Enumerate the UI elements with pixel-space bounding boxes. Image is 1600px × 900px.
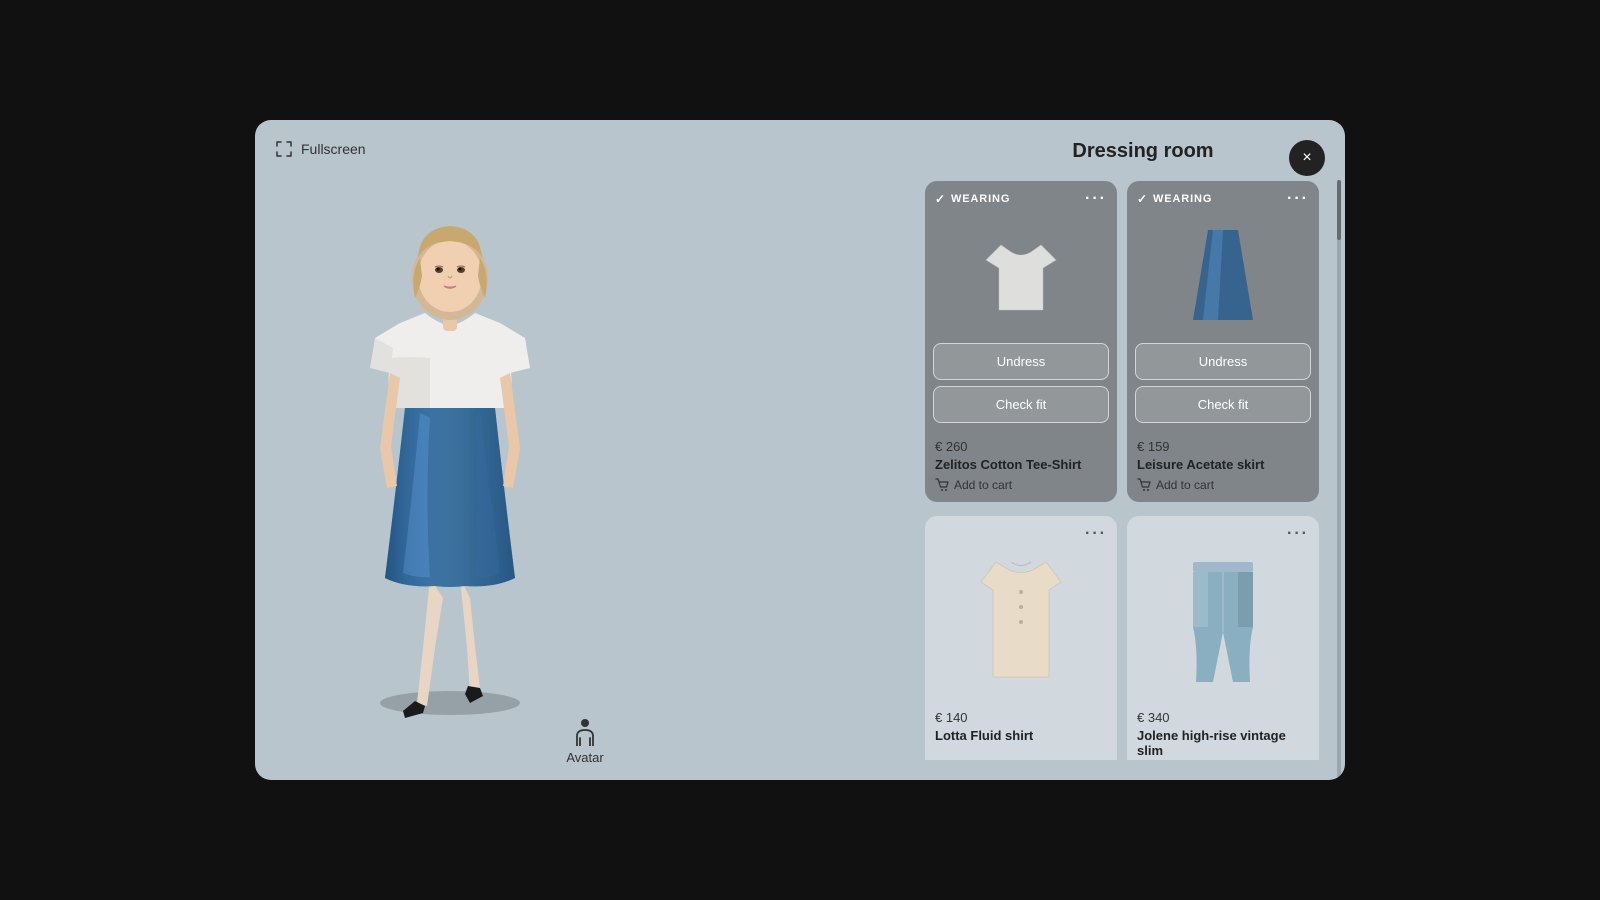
wearing-label-skirt: WEARING xyxy=(1153,193,1212,205)
card-info-shirt: € 140 Lotta Fluid shirt xyxy=(925,702,1117,759)
dressing-room-modal: Fullscreen xyxy=(255,120,1345,780)
right-panel: Dressing room × ✓ WEARING ··· xyxy=(915,120,1345,780)
avatar-panel: Fullscreen xyxy=(255,120,915,780)
scrollbar-thumb[interactable] xyxy=(1337,180,1341,240)
avatar-label: Avatar xyxy=(566,750,603,765)
wearing-badge-skirt: ✓ WEARING xyxy=(1137,192,1212,206)
product-name-shirt: Lotta Fluid shirt xyxy=(935,728,1107,743)
fullscreen-icon[interactable] xyxy=(275,140,293,158)
product-card-jeans: ··· xyxy=(1127,516,1319,760)
product-card-shirt: ··· xyxy=(925,516,1117,760)
card-top-shirt: ··· xyxy=(925,516,1117,542)
header: Dressing room × xyxy=(925,140,1325,163)
check-icon-tshirt: ✓ xyxy=(935,192,946,206)
card-actions-tshirt: Undress Check fit xyxy=(925,335,1117,431)
more-dots-shirt[interactable]: ··· xyxy=(1085,526,1107,542)
check-fit-button-skirt[interactable]: Check fit xyxy=(1135,386,1311,423)
product-price-shirt: € 140 xyxy=(935,710,1107,725)
card-top-tshirt: ✓ WEARING ··· xyxy=(925,181,1117,215)
undress-button-tshirt[interactable]: Undress xyxy=(933,343,1109,380)
product-list: ✓ WEARING ··· Undress Check fit xyxy=(925,181,1325,760)
card-info-skirt: € 159 Leisure Acetate skirt Add to cart xyxy=(1127,431,1319,502)
card-info-jeans: € 340 Jolene high-rise vintage slim xyxy=(1127,702,1319,760)
card-top-jeans: ··· xyxy=(1127,516,1319,542)
card-image-shirt xyxy=(925,542,1117,702)
wearing-label-tshirt: WEARING xyxy=(951,193,1010,205)
add-to-cart-tshirt[interactable]: Add to cart xyxy=(935,478,1107,492)
card-image-tshirt xyxy=(925,215,1117,335)
dressing-room-title: Dressing room xyxy=(961,140,1325,163)
close-button[interactable]: × xyxy=(1289,140,1325,176)
avatar-icon[interactable] xyxy=(571,718,599,746)
undress-button-skirt[interactable]: Undress xyxy=(1135,343,1311,380)
card-actions-skirt: Undress Check fit xyxy=(1127,335,1319,431)
avatar-image xyxy=(275,158,615,718)
product-name-tshirt: Zelitos Cotton Tee-Shirt xyxy=(935,457,1107,472)
product-card-skirt: ✓ WEARING ··· Undress Ch xyxy=(1127,181,1319,502)
product-row-wearing: ✓ WEARING ··· Undress Check fit xyxy=(925,181,1319,502)
card-image-skirt xyxy=(1127,215,1319,335)
more-dots-tshirt[interactable]: ··· xyxy=(1085,191,1107,207)
product-name-skirt: Leisure Acetate skirt xyxy=(1137,457,1309,472)
product-price-jeans: € 340 xyxy=(1137,710,1309,725)
card-info-tshirt: € 260 Zelitos Cotton Tee-Shirt Add to ca… xyxy=(925,431,1117,502)
card-top-skirt: ✓ WEARING ··· xyxy=(1127,181,1319,215)
add-to-cart-label-skirt: Add to cart xyxy=(1156,478,1214,492)
check-icon-skirt: ✓ xyxy=(1137,192,1148,206)
product-price-skirt: € 159 xyxy=(1137,439,1309,454)
more-dots-jeans[interactable]: ··· xyxy=(1287,526,1309,542)
fullscreen-label: Fullscreen xyxy=(301,141,366,157)
product-name-jeans: Jolene high-rise vintage slim xyxy=(1137,728,1309,758)
more-dots-skirt[interactable]: ··· xyxy=(1287,191,1309,207)
avatar-bottom: Avatar xyxy=(275,718,895,780)
add-to-cart-label-tshirt: Add to cart xyxy=(954,478,1012,492)
scrollbar-track xyxy=(1337,180,1341,780)
product-card-tshirt: ✓ WEARING ··· Undress Check fit xyxy=(925,181,1117,502)
check-fit-button-tshirt[interactable]: Check fit xyxy=(933,386,1109,423)
product-row-not-wearing: ··· xyxy=(925,516,1319,760)
wearing-badge-tshirt: ✓ WEARING xyxy=(935,192,1010,206)
add-to-cart-skirt[interactable]: Add to cart xyxy=(1137,478,1309,492)
product-price-tshirt: € 260 xyxy=(935,439,1107,454)
top-bar: Fullscreen xyxy=(275,140,895,158)
card-image-jeans xyxy=(1127,542,1319,702)
